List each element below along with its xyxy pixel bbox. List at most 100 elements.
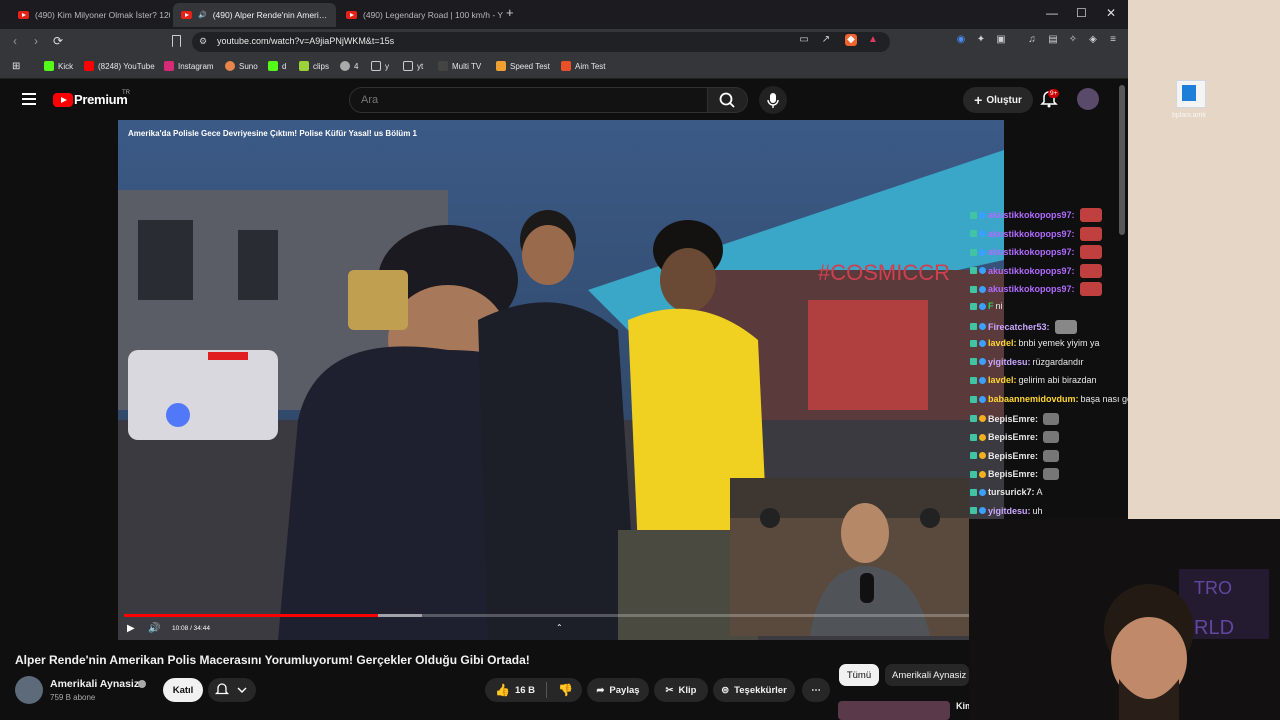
recommended-thumbnail[interactable] (838, 701, 950, 720)
scissors-icon: ✂ (665, 684, 674, 696)
create-button[interactable]: + Oluştur (963, 87, 1033, 113)
menu-icon[interactable]: ≡ (1107, 34, 1119, 46)
bookmark-folder-y[interactable]: y (371, 61, 389, 71)
chat-username[interactable]: BepisEmre: (988, 451, 1038, 461)
chat-emote-icon (1079, 208, 1102, 222)
chat-message: Firecatcher53: (970, 319, 1077, 334)
rewards-icon[interactable]: ▲ (867, 34, 879, 46)
brave-shield-icon[interactable]: ◆ (845, 34, 857, 46)
bookmark-multitv[interactable]: Multi TV (438, 61, 481, 71)
chat-username[interactable]: BepisEmre: (988, 469, 1038, 479)
region-label: TR (122, 90, 130, 96)
bookmark-clips[interactable]: clips (299, 61, 329, 71)
tab-alper-rende[interactable]: 🔊 (490) Alper Rende'nin Ameri… ✕ (173, 3, 336, 27)
extension-icon[interactable]: ✦ (975, 34, 987, 46)
site-info-icon[interactable]: ⚙ (199, 36, 207, 47)
chat-emote-icon (1079, 245, 1102, 260)
bookmark-suno[interactable]: Suno (225, 61, 258, 71)
thumbs-down-icon[interactable]: 👎 (558, 683, 573, 697)
back-icon[interactable]: ‹ (13, 34, 17, 48)
chat-username[interactable]: babaannemidovdum: (988, 394, 1079, 404)
bookmark-label: y (385, 61, 389, 71)
maximize-icon[interactable]: ☐ (1076, 6, 1087, 20)
bookmark-kick[interactable]: Kick (44, 61, 73, 71)
close-window-icon[interactable]: ✕ (1106, 6, 1116, 20)
chat-message: BepisEmre: (970, 431, 1060, 444)
chat-username[interactable]: akustikkokopops97: (988, 266, 1075, 276)
bookmark-d[interactable]: d (268, 61, 286, 71)
join-button[interactable]: Katıl (163, 678, 203, 702)
new-tab-button[interactable]: + (506, 5, 514, 20)
channel-avatar[interactable] (15, 676, 43, 704)
chat-username[interactable]: F (988, 301, 994, 311)
bookmark-label: Aim Test (575, 61, 606, 71)
wallet-icon[interactable]: ▤ (1047, 34, 1059, 46)
file-type-icon (1182, 85, 1196, 101)
screen-cast-icon[interactable]: ▭ (798, 34, 810, 46)
hamburger-menu-icon[interactable] (22, 93, 36, 105)
youtube-favicon-icon (18, 11, 29, 19)
bookmark-aimtest[interactable]: Aim Test (561, 61, 606, 71)
leo-icon[interactable]: ✧ (1067, 34, 1079, 46)
subscriber-badge-icon (970, 358, 977, 366)
clip-button[interactable]: ✂ Klip (654, 678, 708, 702)
like-button[interactable]: 👍 16 B (495, 683, 535, 697)
bookmark-icon[interactable] (172, 35, 181, 47)
tab-kim-milyoner[interactable]: (490) Kim Milyoner Olmak İster? 120… (10, 3, 170, 27)
subscriber-badge-icon (970, 507, 977, 515)
chat-username[interactable]: BepisEmre: (988, 432, 1038, 442)
audio-icon[interactable]: ◉ (955, 34, 967, 46)
page-scrollbar[interactable] (1119, 85, 1125, 235)
thanks-label: Teşekkürler (734, 684, 787, 696)
thanks-button[interactable]: ⊜ Teşekkürler (713, 678, 795, 702)
bookmark-folder-yt[interactable]: yt (403, 61, 423, 71)
forward-icon[interactable]: › (34, 34, 38, 48)
subscription-bell-button[interactable] (208, 678, 256, 702)
chat-username[interactable]: yigitdesu: (988, 357, 1031, 367)
chat-emote-icon (1079, 282, 1102, 297)
chat-username[interactable]: akustikkokopops97: (988, 229, 1075, 239)
subscriber-badge-icon (970, 470, 977, 478)
chat-username[interactable]: tursurick7: (988, 487, 1035, 497)
minimize-icon[interactable]: — (1046, 6, 1058, 20)
chat-username[interactable]: akustikkokopops97: (988, 210, 1075, 220)
voice-search-button[interactable] (759, 86, 787, 114)
chip-channel[interactable]: Amerikali Aynasiz (885, 664, 969, 686)
chat-username[interactable]: lavdel: (988, 338, 1017, 348)
chat-username[interactable]: akustikkokopops97: (988, 247, 1075, 257)
subscriber-badge-icon (970, 323, 977, 331)
play-icon[interactable]: ▶ (127, 623, 135, 634)
bookmark-youtube[interactable]: (8248) YouTube (84, 61, 155, 71)
apps-icon[interactable]: ⊞ (12, 61, 20, 72)
chat-username[interactable]: lavdel: (988, 375, 1017, 385)
video-progress-bar[interactable] (124, 614, 1000, 617)
sidebar-icon[interactable]: ▣ (995, 34, 1007, 46)
channel-name[interactable]: Amerikali Aynasiz (50, 678, 139, 690)
bookmark-4[interactable]: 4 (340, 61, 358, 71)
account-avatar[interactable] (1077, 88, 1099, 110)
subscriber-badge-icon (970, 285, 977, 293)
chat-username[interactable]: Firecatcher53: (988, 322, 1050, 332)
share-icon[interactable]: ↗ (820, 34, 832, 46)
search-button[interactable] (708, 87, 748, 113)
youtube-logo-icon[interactable] (53, 93, 73, 107)
youtube-favicon-icon (346, 11, 357, 19)
chip-all[interactable]: Tümü (839, 664, 879, 686)
chat-username[interactable]: yigitdesu: (988, 506, 1031, 516)
vpn-icon[interactable]: ◈ (1087, 34, 1099, 46)
bookmark-instagram[interactable]: Instagram (164, 61, 214, 71)
search-input[interactable] (349, 87, 708, 113)
reload-icon[interactable]: ⟳ (53, 34, 63, 48)
more-actions-button[interactable]: ⋯ (802, 678, 830, 702)
youtube-brand[interactable]: Premium (74, 92, 128, 107)
bookmark-label: d (282, 61, 287, 71)
volume-icon[interactable]: 🔊 (148, 623, 160, 634)
music-icon[interactable]: ♫ (1026, 34, 1038, 46)
share-button[interactable]: ➦ Paylaş (587, 678, 649, 702)
chat-username[interactable]: BepisEmre: (988, 414, 1038, 424)
chat-badge-icon (979, 302, 986, 310)
chevron-up-icon[interactable]: ⌃ (556, 623, 563, 632)
tab-legendary-road[interactable]: (490) Legendary Road | 100 km/h - Y (338, 3, 503, 27)
bookmark-speedtest[interactable]: Speed Test (496, 61, 550, 71)
chat-username[interactable]: akustikkokopops97: (988, 284, 1075, 294)
